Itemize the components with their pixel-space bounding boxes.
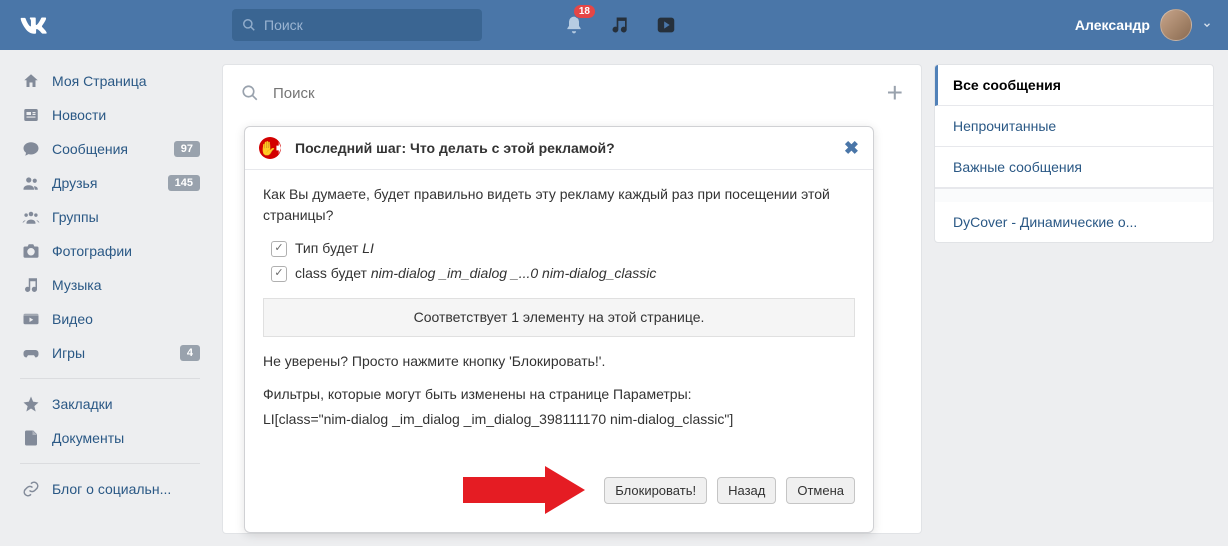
- music-icon[interactable]: [608, 13, 632, 37]
- sidebar-item-messages[interactable]: Сообщения 97: [10, 132, 210, 166]
- sidebar-item-label: Игры: [52, 345, 85, 361]
- sidebar-item-groups[interactable]: Группы: [10, 200, 210, 234]
- notifications-icon[interactable]: 18: [562, 13, 586, 37]
- star-icon: [20, 393, 42, 415]
- play-icon[interactable]: [654, 13, 678, 37]
- sidebar-item-my-page[interactable]: Моя Страница: [10, 64, 210, 98]
- dialog-checkbox-type[interactable]: ✓ Тип будет LI: [271, 238, 855, 259]
- sidebar-item-label: Документы: [52, 430, 124, 446]
- topbar-icons: 18: [562, 13, 678, 37]
- messages-icon: [20, 138, 42, 160]
- sidebar-item-label: Блог о социальн...: [52, 481, 171, 497]
- checkbox-icon: ✓: [271, 241, 287, 257]
- stop-icon: ✋: [259, 137, 281, 159]
- main-content: + ✋ Последний шаг: Что делать с этой рек…: [222, 64, 922, 534]
- music-note-icon: [20, 274, 42, 296]
- adblock-dialog: ✋ Последний шаг: Что делать с этой рекла…: [244, 126, 874, 533]
- friends-icon: [20, 172, 42, 194]
- camera-icon: [20, 240, 42, 262]
- video-icon: [20, 308, 42, 330]
- sidebar-badge: 4: [180, 345, 200, 361]
- sidebar-item-label: Видео: [52, 311, 93, 327]
- link-icon: [20, 478, 42, 500]
- tab-all-messages[interactable]: Все сообщения: [935, 65, 1213, 106]
- checkbox-icon: ✓: [271, 266, 287, 282]
- sidebar-item-label: Сообщения: [52, 141, 128, 157]
- sidebar-item-label: Друзья: [52, 175, 97, 191]
- compose-button[interactable]: +: [887, 79, 903, 107]
- user-name: Александр: [1075, 17, 1150, 33]
- arrow-annotation: [463, 466, 592, 514]
- dialog-question: Как Вы думаете, будет правильно видеть э…: [263, 184, 855, 226]
- top-bar: 18 Александр: [0, 0, 1228, 50]
- dialog-unsure-text: Не уверены? Просто нажмите кнопку 'Блоки…: [263, 351, 855, 372]
- dialog-checkbox-class[interactable]: ✓ class будет nim-dialog _im_dialog _...…: [271, 263, 855, 284]
- tab-dycover[interactable]: DyCover - Динамические о...: [935, 202, 1213, 242]
- news-icon: [20, 104, 42, 126]
- sidebar-divider: [20, 378, 200, 379]
- dialog-filters-label: Фильтры, которые могут быть изменены на …: [263, 384, 855, 405]
- sidebar-item-bookmarks[interactable]: Закладки: [10, 387, 210, 421]
- sidebar-item-label: Фотографии: [52, 243, 132, 259]
- sidebar-item-label: Музыка: [52, 277, 102, 293]
- document-icon: [20, 427, 42, 449]
- cancel-button[interactable]: Отмена: [786, 477, 855, 504]
- topbar-user[interactable]: Александр: [1075, 9, 1212, 41]
- avatar: [1160, 9, 1192, 41]
- sidebar-badge: 145: [168, 175, 200, 191]
- block-button[interactable]: Блокировать!: [604, 477, 707, 504]
- notifications-badge: 18: [573, 4, 596, 19]
- vk-logo[interactable]: [16, 7, 52, 43]
- tab-important[interactable]: Важные сообщения: [935, 147, 1213, 188]
- sidebar-item-friends[interactable]: Друзья 145: [10, 166, 210, 200]
- topbar-search[interactable]: [232, 9, 482, 41]
- groups-icon: [20, 206, 42, 228]
- sidebar-item-music[interactable]: Музыка: [10, 268, 210, 302]
- messages-search-bar: +: [223, 65, 921, 121]
- right-sidebar: Все сообщения Непрочитанные Важные сообщ…: [934, 64, 1214, 534]
- sidebar-item-photos[interactable]: Фотографии: [10, 234, 210, 268]
- dialog-title: Последний шаг: Что делать с этой рекламо…: [295, 140, 615, 156]
- sidebar-item-documents[interactable]: Документы: [10, 421, 210, 455]
- sidebar-item-label: Закладки: [52, 396, 113, 412]
- messages-filter-tabs: Все сообщения Непрочитанные Важные сообщ…: [934, 64, 1214, 243]
- sidebar-item-label: Новости: [52, 107, 106, 123]
- sidebar-item-news[interactable]: Новости: [10, 98, 210, 132]
- search-icon: [241, 84, 259, 102]
- sidebar-item-label: Группы: [52, 209, 99, 225]
- home-icon: [20, 70, 42, 92]
- left-sidebar: Моя Страница Новости Сообщения 97 Друзья…: [10, 64, 210, 534]
- sidebar-item-label: Моя Страница: [52, 73, 147, 89]
- dialog-match-info: Соответствует 1 элементу на этой страниц…: [263, 298, 855, 337]
- sidebar-item-video[interactable]: Видео: [10, 302, 210, 336]
- gamepad-icon: [20, 342, 42, 364]
- chevron-down-icon: [1202, 20, 1212, 30]
- back-button[interactable]: Назад: [717, 477, 776, 504]
- tab-spacer: [935, 188, 1213, 202]
- messages-search-input[interactable]: [273, 85, 887, 102]
- search-icon: [242, 18, 256, 32]
- sidebar-divider: [20, 463, 200, 464]
- dialog-body: Как Вы думаете, будет правильно видеть э…: [245, 170, 873, 466]
- sidebar-badge: 97: [174, 141, 200, 157]
- dialog-header: ✋ Последний шаг: Что делать с этой рекла…: [245, 127, 873, 170]
- dialog-footer: Блокировать! Назад Отмена: [245, 466, 873, 532]
- sidebar-item-games[interactable]: Игры 4: [10, 336, 210, 370]
- topbar-search-input[interactable]: [264, 17, 472, 33]
- dialog-filter-value: LI[class="nim-dialog _im_dialog _im_dial…: [263, 409, 855, 430]
- sidebar-item-blog[interactable]: Блог о социальн...: [10, 472, 210, 506]
- tab-unread[interactable]: Непрочитанные: [935, 106, 1213, 147]
- dialog-close-button[interactable]: ✖: [844, 138, 859, 159]
